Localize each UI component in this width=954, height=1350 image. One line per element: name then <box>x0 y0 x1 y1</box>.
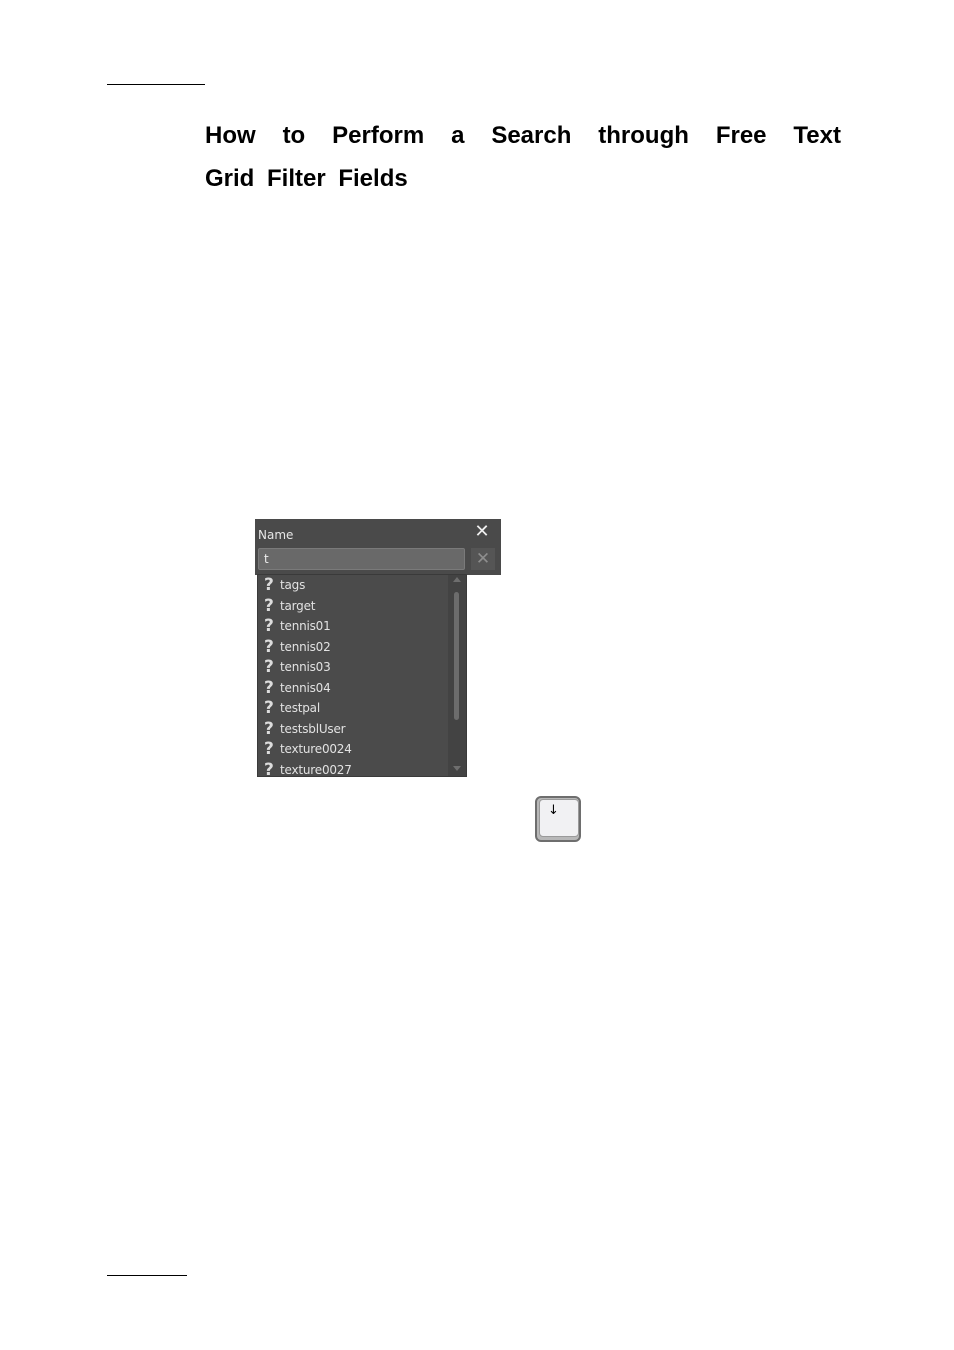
question-mark-icon: ? <box>264 759 274 777</box>
autocomplete-list: ? tags? target? tennis01? tennis02? tennis03?… <box>258 575 448 777</box>
autocomplete-item[interactable]: ? texture0024 <box>258 739 448 760</box>
question-mark-icon: ? <box>264 718 274 739</box>
clear-filter-icon[interactable]: ✕ <box>471 548 495 570</box>
question-mark-icon: ? <box>264 698 274 719</box>
section-heading: How to Perform a Search through Free Tex… <box>205 114 841 200</box>
autocomplete-item[interactable]: ? texture0027 <box>258 759 448 777</box>
footer-rule <box>107 1275 187 1276</box>
close-icon[interactable]: ✕ <box>473 522 491 542</box>
autocomplete-item-label: tennis01 <box>280 619 331 634</box>
scrollbar-thumb[interactable] <box>454 592 459 720</box>
autocomplete-item[interactable]: ? target <box>258 596 448 617</box>
question-mark-icon: ? <box>264 739 274 760</box>
autocomplete-item[interactable]: ? tennis01 <box>258 616 448 637</box>
down-arrow-icon: ↓ <box>548 803 559 818</box>
autocomplete-item[interactable]: ? tennis04 <box>258 678 448 699</box>
grid-filter-panel: Name ✕ t ✕ <box>255 519 501 575</box>
scroll-down-arrow-icon[interactable] <box>453 766 461 771</box>
autocomplete-item-label: tennis02 <box>280 639 331 654</box>
scroll-up-arrow-icon[interactable] <box>453 577 461 582</box>
question-mark-icon: ? <box>264 616 274 637</box>
question-mark-icon: ? <box>264 636 274 657</box>
autocomplete-item[interactable]: ? testsblUser <box>258 719 448 740</box>
question-mark-icon: ? <box>264 657 274 678</box>
question-mark-icon: ? <box>264 677 274 698</box>
heading-line-2: Grid Filter Fields <box>205 165 408 192</box>
column-title: Name <box>258 528 294 542</box>
autocomplete-item-label: tennis04 <box>280 680 331 695</box>
autocomplete-item-label: tags <box>280 578 306 593</box>
autocomplete-item-label: target <box>280 598 316 613</box>
autocomplete-item-label: testpal <box>280 701 320 716</box>
autocomplete-item[interactable]: ? tags <box>258 575 448 596</box>
autocomplete-item[interactable]: ? testpal <box>258 698 448 719</box>
question-mark-icon: ? <box>264 595 274 616</box>
key-face: ↓ <box>539 799 579 837</box>
question-mark-icon: ? <box>264 575 274 596</box>
autocomplete-item[interactable]: ? tennis03 <box>258 657 448 678</box>
down-arrow-key-illustration: ↓ <box>535 796 581 842</box>
heading-line-1: How to Perform a Search through Free Tex… <box>205 122 841 149</box>
scrollbar[interactable] <box>448 575 466 776</box>
autocomplete-dropdown: ? tags? target? tennis01? tennis02? tennis03?… <box>257 574 467 777</box>
header-rule <box>107 84 205 85</box>
filter-text-input[interactable]: t <box>258 548 465 570</box>
autocomplete-item-label: testsblUser <box>280 721 346 736</box>
autocomplete-item-label: texture0027 <box>280 762 352 777</box>
autocomplete-item-label: texture0024 <box>280 742 352 757</box>
autocomplete-item[interactable]: ? tennis02 <box>258 637 448 658</box>
autocomplete-item-label: tennis03 <box>280 660 331 675</box>
